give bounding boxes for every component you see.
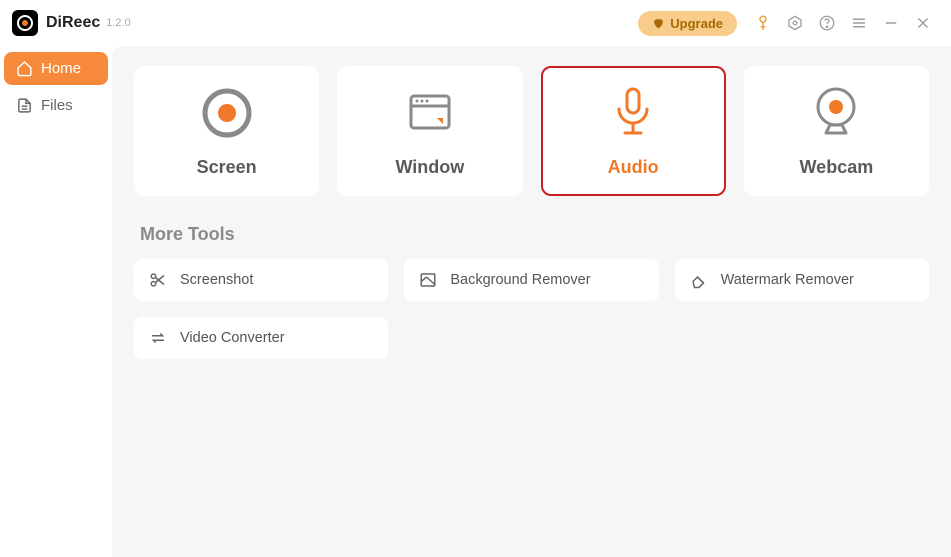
menu-icon[interactable] — [845, 9, 873, 37]
upgrade-label: Upgrade — [670, 16, 723, 31]
scissors-icon — [148, 270, 168, 290]
card-label: Webcam — [800, 157, 874, 178]
more-tools-title: More Tools — [140, 224, 929, 245]
window-icon — [402, 85, 458, 141]
image-icon — [418, 270, 438, 290]
file-icon — [16, 97, 33, 114]
app-version: 1.2.0 — [106, 17, 130, 29]
tool-screenshot[interactable]: Screenshot — [134, 259, 388, 301]
upgrade-button[interactable]: Upgrade — [638, 11, 737, 36]
microphone-icon — [605, 85, 661, 141]
tool-watermark-remover[interactable]: Watermark Remover — [675, 259, 929, 301]
mode-cards: Screen Window Audio Webcam — [134, 66, 929, 196]
content-area: Screen Window Audio Webcam — [112, 46, 951, 557]
minimize-button[interactable] — [877, 9, 905, 37]
tool-video-converter[interactable]: Video Converter — [134, 317, 388, 359]
tool-label: Screenshot — [180, 272, 253, 288]
card-webcam[interactable]: Webcam — [744, 66, 929, 196]
titlebar: DiReec 1.2.0 Upgrade — [0, 0, 951, 46]
sidebar: Home Files — [0, 46, 112, 557]
card-window[interactable]: Window — [337, 66, 522, 196]
card-label: Screen — [197, 157, 257, 178]
sidebar-item-files[interactable]: Files — [4, 89, 108, 122]
tool-label: Background Remover — [450, 272, 590, 288]
app-name: DiReec — [46, 14, 100, 32]
sidebar-item-label: Home — [41, 60, 81, 77]
heart-icon — [652, 17, 665, 30]
sidebar-item-home[interactable]: Home — [4, 52, 108, 85]
help-icon[interactable] — [813, 9, 841, 37]
more-tools-grid: Screenshot Background Remover Watermark … — [134, 259, 929, 359]
card-audio[interactable]: Audio — [541, 66, 726, 196]
home-icon — [16, 60, 33, 77]
card-label: Audio — [608, 157, 659, 178]
tool-label: Watermark Remover — [721, 272, 854, 288]
swap-icon — [148, 328, 168, 348]
screen-icon — [199, 85, 255, 141]
card-label: Window — [395, 157, 464, 178]
tool-background-remover[interactable]: Background Remover — [404, 259, 658, 301]
tool-label: Video Converter — [180, 330, 285, 346]
key-icon[interactable] — [749, 9, 777, 37]
settings-icon[interactable] — [781, 9, 809, 37]
app-logo — [12, 10, 38, 36]
card-screen[interactable]: Screen — [134, 66, 319, 196]
webcam-icon — [808, 85, 864, 141]
eraser-icon — [689, 270, 709, 290]
sidebar-item-label: Files — [41, 97, 73, 114]
close-button[interactable] — [909, 9, 937, 37]
